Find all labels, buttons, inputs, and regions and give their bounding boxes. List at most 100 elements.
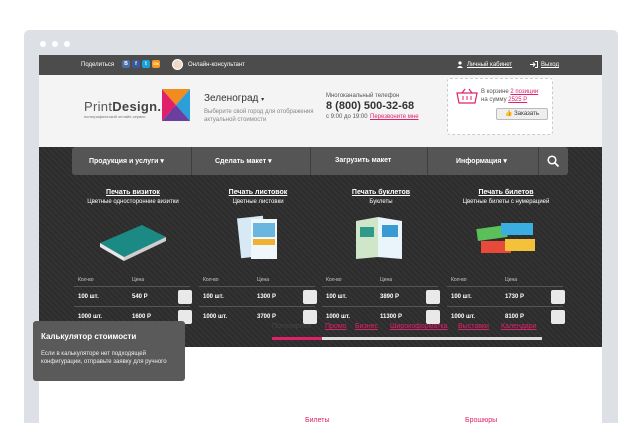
main-nav: Продукция и услуги ▾ Сделать макет ▾ Заг… [72,147,568,175]
online-consultant-link[interactable]: Онлайн-консультант [188,62,245,68]
nav-divider [427,147,428,175]
order-button-label: Заказать [514,111,539,117]
window-dot-icon [52,41,58,47]
price: 11300 Р [380,314,403,320]
price-header: Цена [257,277,270,283]
nav-item-make-layout[interactable]: Сделать макет ▾ [215,157,272,165]
exit-link[interactable]: Выход [541,62,559,68]
price: 3890 Р [380,294,400,300]
calculator-title[interactable]: Калькулятор стоимости [41,332,136,341]
add-to-cart-button[interactable] [551,310,565,324]
price-row: 1000 шт. 3700 Р [203,310,319,324]
price-row: 100 шт. 1300 Р [203,290,319,304]
price: 1730 Р [505,294,525,300]
add-to-cart-button[interactable] [426,310,440,324]
thumbs-up-icon: 👍 [505,111,513,117]
add-to-cart-button[interactable] [303,310,317,324]
product-card-booklets: Печать буклетов Буклеты Кол-во Цена 100 … [322,189,440,339]
tab-calendars[interactable]: Календари [501,323,537,330]
chevron-down-icon: ▾ [261,97,265,103]
price-row: 100 шт. 3890 Р [326,290,442,304]
vk-icon[interactable]: В [122,60,130,68]
window-dot-icon [64,41,70,47]
qty-header: Кол-во [203,277,219,283]
top-bar: Поделиться В f t Ok Онлайн-консультант Л… [39,55,602,75]
nav-label: Продукция и услуги [89,158,159,165]
nav-label: Информация [456,158,502,165]
price: 8100 Р [505,314,525,320]
qty: 1000 шт. [451,314,476,320]
divider [447,286,563,287]
city-selector[interactable]: Зеленоград ▾ [204,93,264,104]
product-title[interactable]: Печать визиток [74,189,192,196]
qty: 100 шт. [451,294,472,300]
business-cards-image [100,225,166,261]
cart-line1: В корзине [481,89,509,95]
facebook-icon[interactable]: f [132,60,140,68]
price-row: 100 шт. 540 Р [78,290,194,304]
cart-line2: на сумму [481,97,507,103]
divider [199,306,315,307]
city-hint: Выберите свой город для отображения акту… [204,109,314,123]
personal-cabinet-link[interactable]: Личный кабинет [467,62,512,68]
qty: 100 шт. [78,294,99,300]
basket-icon[interactable] [456,88,478,104]
product-card-tickets: Печать билетов Цветные билеты с нумераци… [447,189,565,339]
product-title[interactable]: Печать билетов [447,189,565,196]
flyers-image [236,215,277,259]
add-to-cart-button[interactable] [178,290,192,304]
product-subtitle: Цветные односторонние визитки [87,199,179,205]
product-title[interactable]: Печать листовок [199,189,317,196]
price-row: 1000 шт. 11300 Р [326,310,442,324]
qty: 1000 шт. [326,314,351,320]
booklets-image [356,217,402,259]
tab-popular[interactable]: Популярное [272,323,311,330]
price-header: Цена [505,277,518,283]
nav-divider [191,147,192,175]
nav-item-information[interactable]: Информация ▾ [456,157,507,165]
qty-header: Кол-во [326,277,342,283]
nav-item-products[interactable]: Продукция и услуги ▾ [89,157,164,165]
cart-sum[interactable]: 2525 Р [508,97,527,103]
tab-wide-format[interactable]: Широкоформатка [390,323,448,330]
odnoklassniki-icon[interactable]: Ok [152,60,160,68]
divider [74,306,190,307]
divider [447,306,563,307]
cost-calculator-box: Калькулятор стоимости Если в калькулятор… [33,321,185,381]
site-header: PrintDesign.ru полиграфический онлайн-се… [39,75,602,147]
exit-icon [530,61,538,68]
price: 540 Р [132,294,148,300]
consultant-avatar[interactable] [172,59,183,70]
cart-summary: В корзине 2 позиции на сумму 2525 Р [481,88,538,104]
work-hours: с 9:00 до 19:00 [326,114,368,120]
qty: 1000 шт. [203,314,228,320]
tab-exhibitions[interactable]: Выставки [458,323,489,330]
tab-promo[interactable]: Промо [325,323,347,330]
tab-business[interactable]: Бизнес [355,323,378,330]
city-name: Зеленоград [204,93,259,104]
nav-label: Сделать макет [215,158,267,165]
add-to-cart-button[interactable] [303,290,317,304]
nav-divider [538,147,539,175]
window-dot-icon [40,41,46,47]
calculator-description: Если в калькуляторе нет подходящей конфи… [41,351,167,365]
phone-number: 8 (800) 500-32-68 [326,100,415,112]
price: 3700 Р [257,314,277,320]
order-button[interactable]: 👍 Заказать [496,108,548,120]
price-header: Цена [380,277,393,283]
qty: 100 шт. [203,294,224,300]
nav-item-upload-layout[interactable]: Загрузить макет [335,157,391,164]
product-title[interactable]: Печать буклетов [322,189,440,196]
add-to-cart-button[interactable] [551,290,565,304]
price: 1600 Р [132,314,152,320]
qty: 100 шт. [326,294,347,300]
tickets-image [476,223,535,253]
qty: 1000 шт. [78,314,103,320]
add-to-cart-button[interactable] [426,290,440,304]
search-icon[interactable] [547,155,559,167]
cart-widget: В корзине 2 позиции на сумму 2525 Р 👍 За… [447,78,553,135]
cart-count-link[interactable]: 2 позиции [510,89,538,95]
callback-link[interactable]: Перезвоните мне [370,114,419,120]
twitter-icon[interactable]: t [142,60,150,68]
logo-subtitle: полиграфический онлайн-сервис [84,114,146,119]
